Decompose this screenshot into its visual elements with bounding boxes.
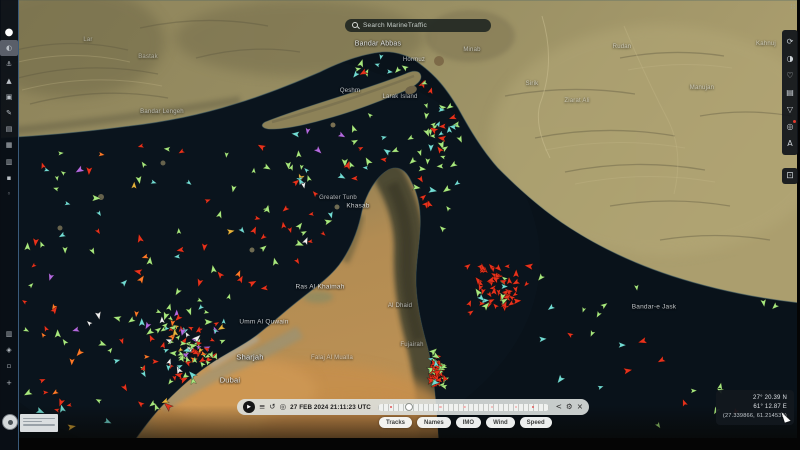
- vessels-icon[interactable]: ▲: [0, 73, 18, 89]
- notifications-icon[interactable]: ◎: [782, 118, 798, 135]
- map-scale-box: [20, 414, 58, 432]
- playback-bar: ▶ ≡ ↺ ◎ 27 FEB 2024 21:11:23 UTC < ⚙ ×: [237, 399, 589, 415]
- layer-pill-tracks[interactable]: Tracks: [379, 417, 412, 428]
- more-icon[interactable]: ◦: [0, 186, 18, 202]
- left-toolbar-bottom-group: ▥◈▫+: [0, 326, 18, 391]
- refresh-icon[interactable]: ⟳: [782, 33, 798, 50]
- longitude-value: 61° 12.87 E: [723, 403, 787, 412]
- map-tools-toolbar: ⟳◑♡▤▽◎A: [782, 30, 798, 155]
- decimal-coordinates: (27.339866, 61.214539): [723, 412, 787, 421]
- layer-pill-imo[interactable]: IMO: [456, 417, 481, 428]
- marinetraffic-app: Bandar AbbasHormuzQeshmLarak IslandMinab…: [0, 0, 800, 450]
- compass-badge[interactable]: [2, 414, 18, 430]
- scale-line: [23, 418, 55, 420]
- edit-icon[interactable]: ✎: [0, 105, 18, 121]
- timeline-event-marker: [532, 406, 535, 409]
- timeline-event-marker: [515, 406, 518, 409]
- ports-icon[interactable]: ⚓: [0, 56, 18, 72]
- overflow-dots-icon[interactable]: ∷: [791, 3, 795, 11]
- letterbox-bottom: [0, 438, 800, 450]
- layer-pill-wind[interactable]: Wind: [486, 417, 515, 428]
- search-bar[interactable]: Search MarineTraffic: [345, 19, 491, 32]
- layer-pill-names[interactable]: Names: [417, 417, 451, 428]
- layers-panel-icon[interactable]: ▥: [0, 326, 18, 342]
- theme-contrast-icon[interactable]: ◑: [782, 50, 798, 67]
- labels-text-icon[interactable]: A: [782, 135, 798, 152]
- share-icon[interactable]: <: [556, 403, 562, 411]
- notification-badge: [793, 120, 796, 123]
- latitude-value: 27° 20.39 N: [723, 394, 787, 403]
- fullscreen-button[interactable]: ⊡: [782, 168, 798, 184]
- timeline-event-marker: [491, 406, 494, 409]
- layers-icon[interactable]: ▤: [782, 84, 798, 101]
- play-icon: ▶: [247, 404, 251, 410]
- timeline-event-marker: [463, 406, 466, 409]
- stats-icon[interactable]: ▥: [0, 154, 18, 170]
- compass-dot-icon: [8, 420, 13, 425]
- date-picker-icon[interactable]: ◎: [280, 403, 287, 411]
- cursor-coordinates-box: 27° 20.39 N 61° 12.87 E (27.339866, 61.2…: [716, 390, 794, 425]
- export-icon[interactable]: ▫: [0, 358, 18, 374]
- playback-speed-icon[interactable]: ≡: [259, 403, 265, 411]
- close-icon[interactable]: ×: [577, 403, 583, 411]
- marinetraffic-logo-icon[interactable]: ●: [0, 24, 18, 40]
- scale-line: [23, 424, 55, 426]
- favorites-heart-icon[interactable]: ♡: [782, 67, 798, 84]
- photos-icon[interactable]: ▣: [0, 89, 18, 105]
- measure-icon[interactable]: ◈: [0, 342, 18, 358]
- timeline-handle[interactable]: [405, 403, 413, 411]
- news-icon[interactable]: ▤: [0, 121, 18, 137]
- timeline-event-marker: [390, 406, 393, 409]
- scale-line: [23, 421, 42, 423]
- settings-gear-icon[interactable]: ⚙: [566, 403, 573, 411]
- playback-datetime: 27 FEB 2024 21:11:23 UTC: [290, 404, 371, 411]
- timeline-event-marker: [439, 406, 442, 409]
- timeline-slider[interactable]: [378, 404, 549, 411]
- fleets-icon[interactable]: ▦: [0, 137, 18, 153]
- zoom-in-icon[interactable]: +: [0, 375, 18, 391]
- play-button[interactable]: ▶: [243, 401, 255, 413]
- left-toolbar-top-group: ●◐⚓▲▣✎▤▦▥▪◦: [0, 0, 18, 202]
- layer-toggle-row: Tracks Names IMO Wind Speed: [379, 417, 552, 428]
- search-icon: [352, 22, 359, 29]
- alerts-icon[interactable]: ▪: [0, 170, 18, 186]
- map-canvas[interactable]: [0, 0, 800, 450]
- restart-icon[interactable]: ↺: [269, 403, 275, 411]
- search-placeholder: Search MarineTraffic: [363, 22, 427, 29]
- layer-pill-speed[interactable]: Speed: [520, 417, 552, 428]
- left-toolbar: ●◐⚓▲▣✎▤▦▥▪◦ ▥◈▫+: [0, 0, 19, 450]
- map-style-icon[interactable]: ◐: [0, 40, 18, 56]
- filters-icon[interactable]: ▽: [782, 101, 798, 118]
